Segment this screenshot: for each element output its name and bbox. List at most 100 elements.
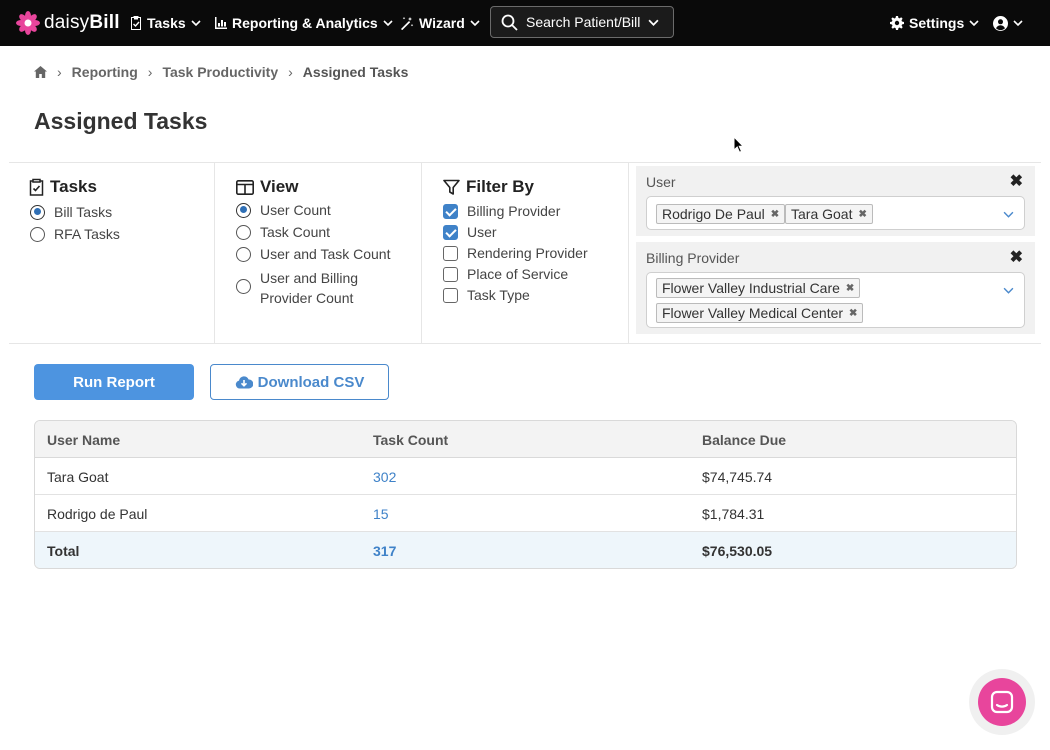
- breadcrumb: › Reporting › Task Productivity › Assign…: [34, 64, 408, 80]
- checkbox[interactable]: [443, 287, 458, 303]
- option-label: User Count: [260, 202, 331, 218]
- chevron-right-icon: ›: [57, 64, 62, 80]
- download-csv-label: Download CSV: [257, 373, 365, 391]
- checkbox-user[interactable]: User: [443, 224, 497, 240]
- radio-button[interactable]: [236, 224, 251, 240]
- clipboard-check-icon: [131, 16, 141, 30]
- search-patient-bill[interactable]: Search Patient/Bill: [490, 6, 674, 38]
- top-navigation: daisyBill Tasks Reporting & Analytics Wi…: [0, 0, 1050, 46]
- radio-button[interactable]: [30, 226, 45, 242]
- user-multiselect[interactable]: Rodrigo De Paul ✖ Tara Goat ✖: [646, 196, 1025, 230]
- tasks-heading: Tasks: [29, 177, 97, 197]
- cell-user-name: Tara Goat: [47, 468, 109, 485]
- checkbox-place-of-service[interactable]: Place of Service: [443, 266, 568, 282]
- checkbox-billing-provider[interactable]: Billing Provider: [443, 203, 560, 219]
- provider-tag: Flower Valley Industrial Care ✖: [656, 278, 861, 298]
- checkbox[interactable]: [443, 203, 458, 219]
- radio-button[interactable]: [236, 246, 251, 262]
- table-total-row: Total 317 $76,530.05: [35, 532, 1016, 568]
- header-task-count[interactable]: Task Count: [373, 421, 448, 458]
- tag-label: Flower Valley Industrial Care: [662, 280, 840, 296]
- user-filter-label: User: [646, 174, 676, 190]
- tag-remove-icon[interactable]: ✖: [849, 308, 857, 319]
- radio-user-and-task-count[interactable]: User and Task Count: [236, 246, 390, 262]
- home-icon[interactable]: [34, 66, 47, 78]
- option-label: User: [467, 224, 497, 240]
- billing-provider-filter-card: Billing Provider ✖ Flower Valley Industr…: [636, 242, 1035, 334]
- download-csv-button[interactable]: Download CSV: [210, 364, 389, 400]
- table-columns-icon: [236, 179, 254, 195]
- radio-user-count[interactable]: User Count: [236, 202, 331, 218]
- table-row: Rodrigo de Paul 15 $1,784.31: [35, 495, 1016, 532]
- daisy-flower-icon: [16, 11, 40, 35]
- option-label: RFA Tasks: [54, 226, 120, 242]
- filter-heading: Filter By: [443, 177, 534, 197]
- remove-filter-icon[interactable]: ✖: [1010, 171, 1023, 191]
- mouse-cursor-icon: [733, 136, 745, 153]
- table-header-row: User Name Task Count Balance Due: [35, 421, 1016, 458]
- header-user-name[interactable]: User Name: [47, 421, 120, 458]
- view-title: View: [260, 177, 299, 196]
- total-label: Total: [47, 542, 80, 559]
- page-title: Assigned Tasks: [34, 108, 208, 134]
- table-row: Tara Goat 302 $74,745.74: [35, 458, 1016, 495]
- total-balance-due: $76,530.05: [702, 542, 773, 559]
- tag-remove-icon[interactable]: ✖: [846, 283, 854, 294]
- tag-remove-icon[interactable]: ✖: [858, 209, 866, 220]
- radio-rfa-tasks[interactable]: RFA Tasks: [30, 226, 120, 242]
- breadcrumb-reporting[interactable]: Reporting: [72, 64, 138, 80]
- chevron-down-icon[interactable]: [1003, 209, 1014, 220]
- cell-task-count-link[interactable]: 15: [373, 495, 389, 532]
- nav-tasks-label: Tasks: [147, 15, 186, 31]
- chevron-down-icon[interactable]: [1003, 285, 1014, 296]
- checkbox[interactable]: [443, 224, 458, 240]
- user-tag: Tara Goat ✖: [785, 204, 873, 224]
- breadcrumb-current: Assigned Tasks: [302, 64, 409, 80]
- brand-name: daisyBill: [44, 12, 120, 33]
- chevron-down-icon: [191, 20, 201, 27]
- user-filter-card: User ✖ Rodrigo De Paul ✖ Tara Goat ✖: [636, 166, 1035, 236]
- remove-filter-icon[interactable]: ✖: [1010, 247, 1023, 267]
- radio-button[interactable]: [236, 202, 251, 218]
- cell-user-name: Rodrigo de Paul: [47, 505, 148, 522]
- chevron-right-icon: ›: [147, 64, 153, 80]
- results-table: User Name Task Count Balance Due Tara Go…: [34, 420, 1017, 569]
- run-report-button[interactable]: Run Report: [34, 364, 194, 400]
- option-label: Rendering Provider: [467, 245, 588, 261]
- chat-launcher-inner[interactable]: [978, 678, 1026, 726]
- radio-button[interactable]: [236, 279, 251, 294]
- radio-bill-tasks[interactable]: Bill Tasks: [30, 204, 112, 220]
- bar-chart-icon: [215, 16, 227, 29]
- option-label: Task Count: [260, 224, 331, 240]
- option-label-line2: Provider Count: [260, 290, 354, 306]
- radio-task-count[interactable]: Task Count: [236, 224, 330, 240]
- tag-remove-icon[interactable]: ✖: [771, 209, 779, 220]
- option-label: Billing Provider: [467, 203, 561, 219]
- billing-provider-multiselect[interactable]: Flower Valley Industrial Care ✖ Flower Va…: [646, 272, 1025, 328]
- header-balance-due[interactable]: Balance Due: [702, 421, 786, 458]
- checkbox[interactable]: [443, 266, 458, 282]
- nav-settings-menu[interactable]: Settings: [890, 0, 979, 46]
- nav-tasks-menu[interactable]: Tasks: [130, 0, 201, 46]
- chat-launcher-button[interactable]: [969, 669, 1035, 735]
- nav-reporting-menu[interactable]: Reporting & Analytics: [214, 0, 393, 46]
- clipboard-check-icon: [29, 178, 44, 196]
- checkbox-rendering-provider[interactable]: Rendering Provider: [443, 245, 588, 261]
- total-task-count-link[interactable]: 317: [373, 532, 396, 568]
- option-label: User and Billing Provider Count: [260, 268, 358, 308]
- breadcrumb-task-productivity[interactable]: Task Productivity: [162, 64, 278, 80]
- view-column: View User Count Task Count User and Task…: [215, 163, 422, 343]
- nav-user-menu[interactable]: [993, 0, 1023, 46]
- option-label: Bill Tasks: [54, 204, 113, 220]
- tag-label: Rodrigo De Paul: [662, 206, 765, 222]
- radio-button[interactable]: [30, 204, 45, 220]
- radio-user-and-billing-provider-count[interactable]: User and Billing Provider Count: [236, 268, 358, 308]
- daisybill-logo[interactable]: daisyBill: [16, 10, 120, 36]
- checkbox-task-type[interactable]: Task Type: [443, 287, 530, 303]
- nav-wizard-menu[interactable]: Wizard: [400, 0, 480, 46]
- provider-tag: Flower Valley Medical Center ✖: [656, 303, 864, 323]
- checkbox[interactable]: [443, 245, 458, 261]
- cell-task-count-link[interactable]: 302: [373, 458, 396, 495]
- filter-column: Filter By Billing Provider User Renderin…: [422, 163, 629, 343]
- user-tag: Rodrigo De Paul ✖: [656, 204, 786, 224]
